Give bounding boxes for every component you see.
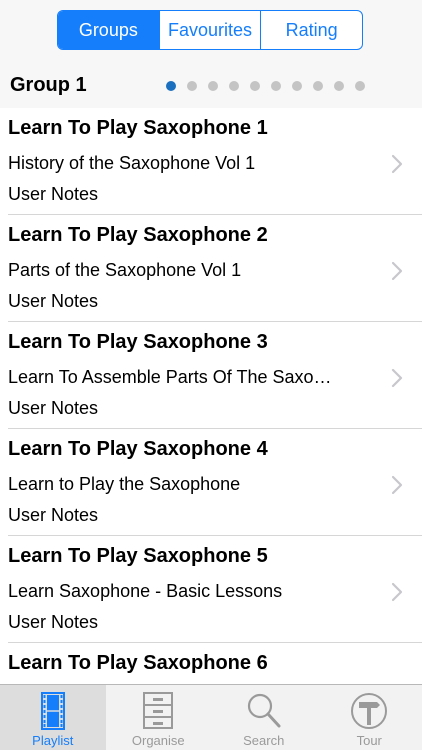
item-title: Learn To Play Saxophone 5: [8, 545, 268, 567]
magnifier-icon: [247, 693, 281, 728]
item-subtitle: Parts of the Saxophone Vol 1: [8, 260, 242, 280]
item-title: Learn To Play Saxophone 1: [8, 117, 268, 139]
segment-groups[interactable]: Groups: [58, 11, 160, 49]
item-notes[interactable]: User Notes: [8, 291, 98, 312]
tab-label: Tour: [356, 733, 382, 748]
tab-tour[interactable]: Tour: [317, 685, 422, 750]
page-dot[interactable]: [313, 81, 323, 91]
list-item[interactable]: Learn To Play Saxophone 4 Learn to Play …: [0, 429, 422, 536]
tab-label: Organise: [131, 733, 185, 748]
page-dot[interactable]: [187, 81, 197, 91]
item-subtitle: Learn Saxophone - Basic Lessons: [8, 581, 283, 601]
chevron-right-icon: [391, 582, 403, 602]
page-dot[interactable]: [292, 81, 302, 91]
tab-search[interactable]: Search: [211, 685, 317, 750]
item-notes[interactable]: User Notes: [8, 398, 98, 419]
group-title: Group 1: [10, 74, 87, 96]
film-icon: [40, 692, 65, 730]
segmented-control: Groups Favourites Rating: [57, 10, 363, 50]
item-subtitle: Learn To Assemble Parts Of The Saxo…: [8, 367, 332, 387]
list-item[interactable]: Learn To Play Saxophone 1 History of the…: [0, 108, 422, 215]
page-dot[interactable]: [229, 81, 239, 91]
tab-organise[interactable]: Organise: [106, 685, 212, 750]
page-dot[interactable]: [166, 81, 176, 91]
item-title: Learn To Play Saxophone 3: [8, 331, 268, 353]
tab-label: Playlist: [32, 733, 74, 748]
page-dot[interactable]: [271, 81, 281, 91]
page-dot[interactable]: [355, 81, 365, 91]
item-subtitle: Learn to Play the Saxophone: [8, 474, 241, 494]
item-notes[interactable]: User Notes: [8, 505, 98, 526]
signpost-icon: [351, 693, 388, 729]
list-item[interactable]: Learn To Play Saxophone 3 Learn To Assem…: [0, 322, 422, 429]
chevron-right-icon: [391, 261, 403, 281]
tab-bar: Playlist Organise Search Tour: [0, 684, 422, 750]
item-subtitle: History of the Saxophone Vol 1: [8, 153, 256, 173]
list-item[interactable]: Learn To Play Saxophone 5 Learn Saxophon…: [0, 536, 422, 643]
item-title: Learn To Play Saxophone 2: [8, 224, 268, 246]
chevron-right-icon: [391, 475, 403, 495]
segment-favourites[interactable]: Favourites: [160, 11, 262, 49]
item-title: Learn To Play Saxophone 6: [8, 652, 268, 674]
playlist-list: Learn To Play Saxophone 1 History of the…: [0, 108, 422, 750]
chevron-right-icon: [391, 368, 403, 388]
list-item[interactable]: Learn To Play Saxophone 2 Parts of the S…: [0, 215, 422, 322]
page-dot[interactable]: [334, 81, 344, 91]
tab-label: Search: [243, 733, 285, 748]
tab-playlist[interactable]: Playlist: [0, 685, 106, 750]
cabinet-icon: [143, 692, 174, 729]
item-notes[interactable]: User Notes: [8, 612, 98, 633]
page-indicator[interactable]: [166, 81, 365, 91]
page-dot[interactable]: [250, 81, 260, 91]
page-dot[interactable]: [208, 81, 218, 91]
segment-rating[interactable]: Rating: [261, 11, 362, 49]
top-bar: Groups Favourites Rating: [0, 0, 422, 60]
item-title: Learn To Play Saxophone 4: [8, 438, 268, 460]
item-notes[interactable]: User Notes: [8, 184, 98, 205]
chevron-right-icon: [391, 154, 403, 174]
